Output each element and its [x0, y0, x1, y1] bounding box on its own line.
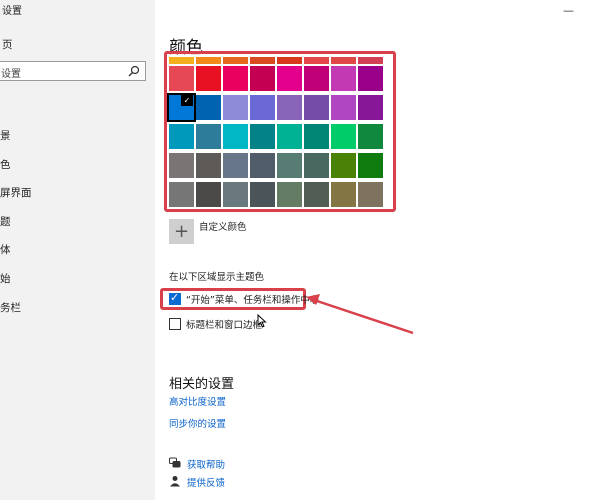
color-swatch[interactable]	[331, 182, 356, 207]
checkmark-icon: ✓	[181, 95, 193, 106]
custom-color-button[interactable]: +	[169, 219, 194, 244]
color-swatch[interactable]	[250, 66, 275, 91]
color-swatch[interactable]	[196, 153, 221, 178]
color-swatch[interactable]	[277, 153, 302, 178]
custom-color-label[interactable]: 自定义颜色	[199, 219, 247, 233]
sidebar-item-themes[interactable]: 题	[0, 214, 11, 229]
accent-surfaces-heading: 在以下区域显示主题色	[169, 272, 265, 283]
color-swatch[interactable]	[250, 182, 275, 207]
color-strip-swatch[interactable]	[277, 57, 302, 64]
color-strip-swatch[interactable]	[331, 57, 356, 64]
color-swatch[interactable]	[358, 95, 383, 120]
color-swatch[interactable]	[277, 66, 302, 91]
color-swatch[interactable]	[304, 124, 329, 149]
color-swatch[interactable]	[223, 95, 248, 120]
color-swatch[interactable]	[304, 66, 329, 91]
help-chat-icon	[169, 457, 181, 468]
color-swatch[interactable]	[223, 124, 248, 149]
sidebar-item-taskbar[interactable]: 务栏	[0, 300, 21, 315]
color-swatch[interactable]	[331, 124, 356, 149]
sidebar-item-lockscreen[interactable]: 屏界面	[0, 185, 32, 200]
color-swatch-grid: ✓	[167, 57, 388, 208]
color-swatch[interactable]	[358, 153, 383, 178]
sidebar-item-fonts[interactable]: 体	[0, 242, 11, 257]
color-swatch[interactable]	[223, 66, 248, 91]
color-swatch[interactable]	[304, 153, 329, 178]
color-strip-swatch[interactable]	[169, 57, 194, 64]
feedback-person-icon	[170, 476, 180, 487]
color-swatch[interactable]	[358, 182, 383, 207]
titlebar-checkbox[interactable]	[169, 318, 181, 330]
color-swatch[interactable]	[331, 153, 356, 178]
color-swatch[interactable]	[223, 153, 248, 178]
sidebar-item-background[interactable]: 景	[0, 128, 11, 143]
feedback-label[interactable]: 提供反馈	[187, 475, 225, 489]
color-swatch[interactable]	[331, 66, 356, 91]
minimize-button[interactable]: —	[563, 4, 574, 17]
color-swatch[interactable]	[277, 182, 302, 207]
mouse-cursor-icon	[257, 314, 267, 328]
color-strip-swatch[interactable]	[223, 57, 248, 64]
color-swatch[interactable]	[196, 182, 221, 207]
get-help-label[interactable]: 获取帮助	[187, 457, 225, 471]
sidebar-item-start[interactable]: 始	[0, 271, 11, 286]
settings-sidebar: 设置 页 设置 景 色 屏界面 题 体 始 务栏	[0, 0, 155, 500]
color-swatch[interactable]	[304, 95, 329, 120]
color-swatch[interactable]	[331, 95, 356, 120]
start-taskbar-checkbox[interactable]	[169, 291, 181, 305]
sidebar-home[interactable]: 页	[2, 37, 13, 52]
window-title: 设置	[2, 6, 22, 17]
plus-icon: +	[173, 221, 190, 242]
color-strip-swatch[interactable]	[250, 57, 275, 64]
color-swatch[interactable]	[250, 153, 275, 178]
search-input[interactable]: 设置	[0, 61, 146, 81]
color-swatch[interactable]	[196, 124, 221, 149]
color-swatch[interactable]	[277, 124, 302, 149]
color-swatch[interactable]	[223, 182, 248, 207]
color-swatch[interactable]	[196, 95, 221, 120]
color-strip-swatch[interactable]	[358, 57, 383, 64]
related-settings-heading: 相关的设置	[169, 377, 235, 392]
search-input-value: 设置	[1, 69, 21, 80]
color-swatch[interactable]	[358, 66, 383, 91]
sync-settings-link[interactable]: 同步你的设置	[169, 416, 226, 430]
search-icon[interactable]	[128, 65, 140, 77]
color-swatch[interactable]	[358, 124, 383, 149]
color-swatch[interactable]	[169, 182, 194, 207]
color-swatch[interactable]	[169, 124, 194, 149]
color-swatch[interactable]	[169, 66, 194, 91]
color-swatch[interactable]	[250, 95, 275, 120]
color-swatch[interactable]: ✓	[167, 93, 196, 122]
color-strip-swatch[interactable]	[196, 57, 221, 64]
high-contrast-link[interactable]: 高对比度设置	[169, 394, 226, 408]
color-swatch[interactable]	[304, 182, 329, 207]
sidebar-item-colors[interactable]: 色	[0, 157, 11, 172]
titlebar-checkbox-label[interactable]: 标题栏和窗口边框	[186, 317, 262, 331]
color-swatch[interactable]	[277, 95, 302, 120]
color-strip-swatch[interactable]	[304, 57, 329, 64]
color-swatch[interactable]	[250, 124, 275, 149]
color-swatch[interactable]	[169, 153, 194, 178]
annotation-arrow-icon	[306, 294, 414, 335]
color-swatch[interactable]	[196, 66, 221, 91]
